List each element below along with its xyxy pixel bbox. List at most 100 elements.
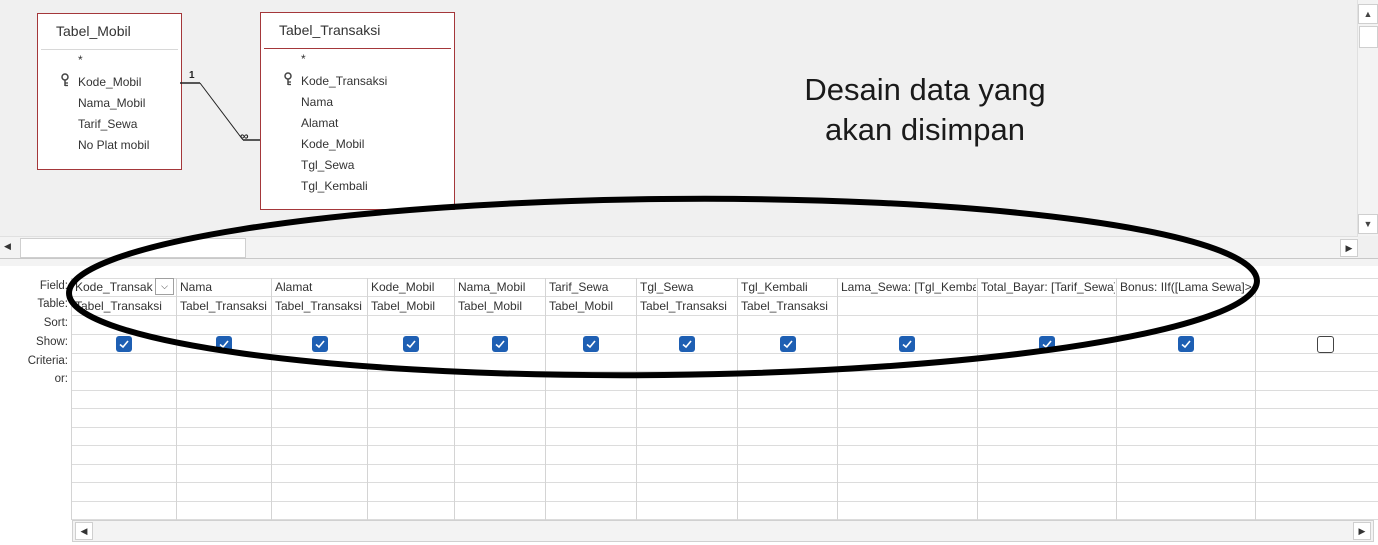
grid-column-separator xyxy=(1255,278,1256,520)
scroll-left-icon[interactable]: ◀ xyxy=(4,241,11,252)
annotation-line-1: Desain data yang xyxy=(804,72,1046,107)
scroll-up-icon[interactable]: ▲ xyxy=(1358,4,1378,24)
show-checkbox[interactable] xyxy=(679,336,695,352)
grid-line xyxy=(71,427,1378,428)
grid-horizontal-scrollbar[interactable]: ◀ ▶ xyxy=(72,520,1374,542)
all-fields-star[interactable]: * xyxy=(78,53,83,67)
show-checkbox-unchecked[interactable] xyxy=(1317,336,1334,353)
table-cell[interactable]: Tabel_Transaksi xyxy=(275,299,366,313)
table-cell[interactable]: Tabel_Mobil xyxy=(371,299,453,313)
show-checkbox[interactable] xyxy=(1039,336,1055,352)
scroll-thumb[interactable] xyxy=(1359,26,1378,48)
show-checkbox[interactable] xyxy=(312,336,328,352)
scroll-down-icon[interactable]: ▼ xyxy=(1358,214,1378,234)
field-cell[interactable]: Tarif_Sewa xyxy=(549,280,635,294)
row-label-or: or: xyxy=(54,373,68,385)
table-title[interactable]: Tabel_Mobil xyxy=(41,14,178,50)
grid-line xyxy=(71,501,1378,502)
show-checkbox[interactable] xyxy=(403,336,419,352)
grid-line xyxy=(71,408,1378,409)
primary-key-icon xyxy=(61,73,69,87)
field-cell[interactable]: Lama_Sewa: [Tgl_Kembali] xyxy=(841,280,976,294)
row-label-field: Field: xyxy=(39,280,68,292)
annotation-text: Desain data yang akan disimpan xyxy=(770,70,1080,150)
table-cell[interactable]: Tabel_Mobil xyxy=(458,299,544,313)
table-cell[interactable]: Tabel_Transaksi xyxy=(180,299,270,313)
show-checkbox[interactable] xyxy=(899,336,915,352)
grid-line xyxy=(71,390,1378,391)
scroll-right-icon[interactable]: ▶ xyxy=(1340,239,1358,257)
grid-line xyxy=(71,464,1378,465)
row-label-sort: Sort: xyxy=(43,317,68,329)
table-cell[interactable]: Tabel_Transaksi xyxy=(741,299,836,313)
field-cell[interactable]: Total_Bayar: [Tarif_Sewa] xyxy=(981,280,1115,294)
grid-line xyxy=(71,334,1378,335)
field-cell[interactable]: Kode_Transaksi xyxy=(75,280,153,294)
table-field[interactable]: Kode_Mobil xyxy=(78,75,141,89)
show-checkbox[interactable] xyxy=(583,336,599,352)
field-cell[interactable]: Bonus: IIf([Lama Sewa]> xyxy=(1120,280,1254,294)
table-box-transaksi[interactable]: Tabel_Transaksi * Kode_Transaksi Nama Al… xyxy=(260,12,455,210)
table-box-mobil[interactable]: Tabel_Mobil * Kode_Mobil Nama_Mobil Tari… xyxy=(37,13,182,170)
grid-line xyxy=(71,371,1378,372)
field-cell[interactable]: Kode_Mobil xyxy=(371,280,453,294)
show-checkbox[interactable] xyxy=(492,336,508,352)
grid-column-separator xyxy=(271,278,272,520)
top-vertical-scrollbar[interactable]: ▲ ▼ xyxy=(1357,0,1378,236)
table-field[interactable]: Kode_Mobil xyxy=(301,137,364,151)
grid-column-separator xyxy=(636,278,637,520)
table-cell[interactable]: Tabel_Transaksi xyxy=(640,299,736,313)
top-horizontal-scrollbar[interactable]: ◀ ▶ xyxy=(0,236,1358,258)
scroll-right-icon[interactable]: ▶ xyxy=(1353,522,1371,540)
grid-column-separator xyxy=(977,278,978,520)
all-fields-star[interactable]: * xyxy=(301,52,306,66)
grid-column-separator xyxy=(545,278,546,520)
grid-column-separator xyxy=(367,278,368,520)
query-design-grid: Field: Table: Sort: Show: Criteria: or: … xyxy=(0,266,1378,545)
field-cell[interactable]: Tgl_Sewa xyxy=(640,280,736,294)
table-field[interactable]: Nama_Mobil xyxy=(78,96,145,110)
row-label-show: Show: xyxy=(36,336,68,348)
table-field[interactable]: Kode_Transaksi xyxy=(301,74,387,88)
field-cell[interactable]: Alamat xyxy=(275,280,365,294)
grid-line xyxy=(71,353,1378,354)
annotation-line-2: akan disimpan xyxy=(825,112,1025,147)
scroll-thumb[interactable] xyxy=(20,238,246,258)
field-cell[interactable]: Nama xyxy=(180,280,270,294)
many-side-label: ∞ xyxy=(240,129,249,143)
show-checkbox[interactable] xyxy=(780,336,796,352)
relationship-line[interactable] xyxy=(180,70,265,150)
scroll-left-icon[interactable]: ◀ xyxy=(75,522,93,540)
show-checkbox[interactable] xyxy=(1178,336,1194,352)
relationship-pane: Tabel_Mobil * Kode_Mobil Nama_Mobil Tari… xyxy=(0,0,1378,258)
grid-column-separator xyxy=(737,278,738,520)
grid-column-separator xyxy=(1116,278,1117,520)
table-field[interactable]: Tgl_Kembali xyxy=(301,179,368,193)
one-side-label: 1 xyxy=(189,70,195,81)
table-cell[interactable]: Tabel_Mobil xyxy=(549,299,635,313)
primary-key-icon xyxy=(284,72,292,86)
grid-column-separator xyxy=(454,278,455,520)
table-cell[interactable]: Tabel_Transaksi xyxy=(75,299,175,313)
grid-column-separator xyxy=(837,278,838,520)
table-field[interactable]: Tarif_Sewa xyxy=(78,117,137,131)
row-label-criteria: Criteria: xyxy=(27,355,68,367)
table-field[interactable]: Tgl_Sewa xyxy=(301,158,354,172)
table-title[interactable]: Tabel_Transaksi xyxy=(264,13,451,49)
show-checkbox[interactable] xyxy=(116,336,132,352)
grid-line xyxy=(71,296,1378,297)
grid-line xyxy=(71,315,1378,316)
dropdown-chevron-icon[interactable]: ⌵ xyxy=(155,278,174,295)
row-label-table: Table: xyxy=(37,298,68,310)
field-cell[interactable]: Tgl_Kembali xyxy=(741,280,836,294)
grid-line xyxy=(71,278,1378,279)
grid-column-separator xyxy=(71,278,72,520)
show-checkbox[interactable] xyxy=(216,336,232,352)
grid-line xyxy=(71,482,1378,483)
grid-line xyxy=(71,445,1378,446)
table-field[interactable]: Nama xyxy=(301,95,333,109)
field-cell[interactable]: Nama_Mobil xyxy=(458,280,544,294)
grid-column-separator xyxy=(176,278,177,520)
table-field[interactable]: Alamat xyxy=(301,116,338,130)
table-field[interactable]: No Plat mobil xyxy=(78,138,149,152)
